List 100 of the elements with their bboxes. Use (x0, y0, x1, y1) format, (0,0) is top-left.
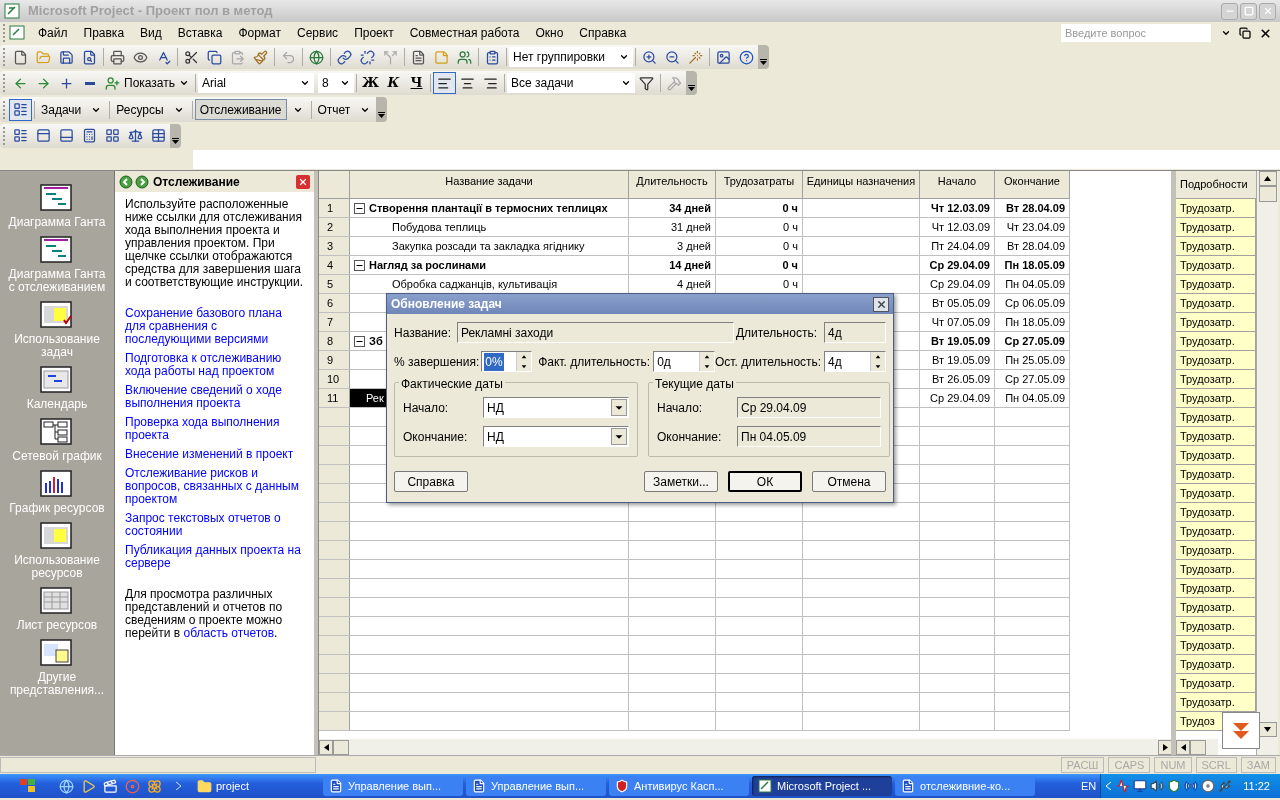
folder-toolbar-button[interactable]: project (197, 777, 297, 795)
row-number[interactable]: 8 (319, 332, 350, 350)
menu-item[interactable]: Вид (140, 24, 162, 42)
status-indicator: SCRL (1195, 757, 1237, 773)
percent-complete-field[interactable]: 0% (481, 351, 533, 372)
column-header[interactable]: Единицы назначения (803, 171, 920, 198)
view-label: График ресурсов (8, 502, 106, 515)
finish-date-cell: Пн 18.05.09 (995, 313, 1070, 331)
taskbar-task[interactable]: Управление вып... (466, 776, 606, 796)
task-link[interactable]: Сохранение базового плана для сравнения с последующими версиями (125, 307, 304, 346)
current-start-field[interactable]: Ср 29.04.09 (737, 397, 881, 418)
duration-field[interactable]: 4д (824, 322, 886, 343)
task-link[interactable]: Публикация данных проекта на сервере (125, 544, 304, 570)
language-indicator[interactable]: EN (1081, 777, 1097, 795)
column-header[interactable]: Название задачи (350, 171, 629, 198)
task-name-field[interactable]: Рекламні заходи (456, 322, 734, 343)
menu-item[interactable]: Правка (83, 24, 125, 42)
guide-menu-button[interactable]: Отчет (313, 99, 355, 120)
row-number[interactable]: 1 (319, 199, 350, 217)
start-date-cell: Чт 12.03.09 (920, 199, 995, 217)
view-label: Другие представления... (8, 671, 106, 697)
row-number[interactable]: 3 (319, 237, 350, 255)
dialog-button[interactable]: ОК (728, 471, 802, 492)
intro-text: Используйте расположенные ниже ссылки для отслеживания хода выполнения проекта и управления проектом. При щелчке ссылки отображаются средства для завершения шага и соответствующие инструкции. (125, 198, 304, 289)
dialog-button[interactable]: Заметки... (644, 471, 718, 492)
guide-menu-button[interactable]: Ресурсы (112, 99, 168, 120)
grouping-dropdown[interactable]: Нет группировки (509, 47, 633, 67)
task-name-cell[interactable]: Закупка розсади та закладка ягіднику (350, 237, 629, 255)
menu-item[interactable]: Проект (354, 24, 394, 42)
task-link[interactable]: Внесение изменений в проект (125, 448, 304, 461)
details-cell: Трудозатр. (1176, 579, 1256, 598)
show-dropdown[interactable]: Показать (101, 73, 193, 93)
current-finish-field[interactable]: Пн 04.05.09 (737, 426, 881, 447)
details-cell: Трудозатр. (1176, 693, 1256, 712)
status-indicator: CAPS (1108, 757, 1151, 773)
task-name: Рек (366, 390, 384, 406)
row-number[interactable]: 4 (319, 256, 350, 274)
row-number[interactable]: 2 (319, 218, 350, 236)
column-header[interactable]: Длительность (629, 171, 716, 198)
start-date-cell: Ср 29.04.09 (920, 389, 995, 407)
duration-cell: 3 дней (629, 237, 716, 255)
task-pane-title: Отслеживание (153, 173, 240, 191)
row-number[interactable]: 6 (319, 294, 350, 312)
menu-item[interactable]: Файл (38, 24, 68, 42)
task-link[interactable]: Отслеживание рисков и вопросов, связанных с данным проектом (125, 467, 304, 506)
details-cell: Трудозатр. (1176, 313, 1256, 332)
taskbar-task[interactable]: Microsoft Project ... (752, 776, 892, 796)
dialog-button[interactable]: Справка (394, 471, 468, 492)
row-number[interactable]: 10 (319, 370, 350, 388)
details-cell: Трудозатр. (1176, 446, 1256, 465)
start-date-field[interactable]: НД (483, 397, 629, 418)
font-dropdown[interactable]: Arial (198, 73, 314, 93)
italic-button[interactable]: К (382, 72, 405, 94)
finish-date-field[interactable]: НД (483, 426, 629, 447)
task-link[interactable]: Включение сведений о ходе выполнения проекта (125, 384, 304, 410)
row-number[interactable]: 7 (319, 313, 350, 331)
dialog-button[interactable]: Отмена (812, 471, 886, 492)
details-cell: Трудозатр. (1176, 218, 1256, 237)
finish-date-cell: Ср 27.05.09 (995, 370, 1070, 388)
task-link[interactable]: Подготовка к отслеживанию хода работы над проектом (125, 352, 304, 378)
task-link[interactable]: Запрос текстовых отчетов о состоянии (125, 512, 304, 538)
details-cell: Трудозатр. (1176, 522, 1256, 541)
task-name-cell[interactable]: Побудова теплиць (350, 218, 629, 236)
taskbar-task[interactable]: отслеживние-ко... (895, 776, 1035, 796)
column-header[interactable]: Трудозатраты (716, 171, 803, 198)
menu-item[interactable]: Справка (579, 24, 627, 42)
menu-item[interactable]: Окно (535, 24, 564, 42)
guide-menu-button[interactable]: Задачи (37, 99, 86, 120)
taskbar-task[interactable]: Управление вып... (323, 776, 463, 796)
filter-dropdown[interactable]: Все задачи (507, 73, 635, 93)
underline-button[interactable]: Ч (405, 72, 428, 94)
task-name: Нагляд за рослинами (369, 257, 487, 273)
font-size-dropdown[interactable]: 8 (318, 73, 354, 93)
task-name-cell[interactable]: Нагляд за рослинами (350, 256, 629, 274)
view-label: Использование задач (13, 333, 101, 359)
column-header[interactable]: Окончание (995, 171, 1070, 198)
actual-duration-field[interactable]: 0д (653, 351, 715, 372)
guide-menu-button[interactable]: Отслеживание (194, 99, 287, 120)
duration-cell: 14 дней (629, 256, 716, 274)
bold-button[interactable]: Ж (359, 72, 382, 94)
row-number[interactable]: 5 (319, 275, 350, 293)
task-link[interactable]: Проверка хода выполнения проекта (125, 416, 304, 442)
start-date-cell: Вт 19.05.09 (920, 332, 995, 350)
start-label: Начало: (403, 399, 450, 417)
menu-item[interactable]: Формат (238, 24, 282, 42)
menu-item[interactable]: Совместная работа (409, 24, 520, 42)
taskbar-task[interactable]: Антивирус Касп... (609, 776, 749, 796)
details-cell: Трудозатр. (1176, 598, 1256, 617)
menu-item[interactable]: Сервис (297, 24, 339, 42)
remaining-duration-field[interactable]: 4д (824, 351, 886, 372)
column-header[interactable]: Начало (920, 171, 995, 198)
task-name-cell[interactable]: Створення плантації в термосних теплицях (350, 199, 629, 217)
row-number[interactable]: 11 (319, 389, 350, 407)
row-number[interactable]: 9 (319, 351, 350, 369)
details-cell: Трудозатр. (1176, 408, 1256, 427)
menu-item[interactable]: Вставка (177, 24, 223, 42)
task-name: Побудова теплиць (392, 219, 487, 235)
details-cell: Трудозатр. (1176, 275, 1256, 294)
start-date-cell: Чт 12.03.09 (920, 218, 995, 236)
dialog-title: Обновление задач (391, 296, 502, 313)
